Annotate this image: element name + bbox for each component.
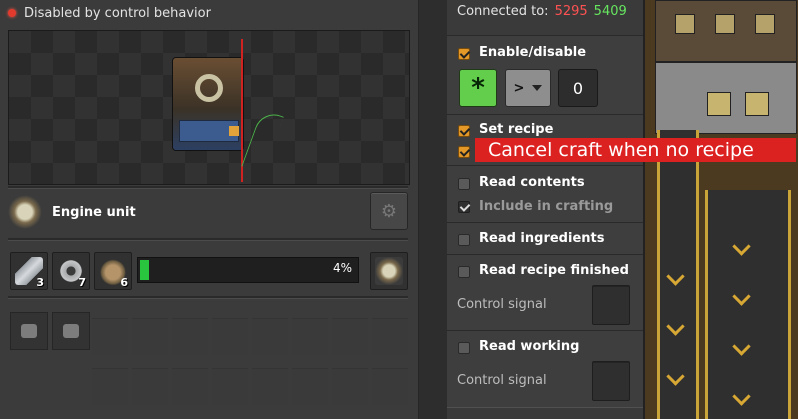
status-indicator-icon xyxy=(8,9,16,17)
enable-disable-label: Enable/disable xyxy=(479,45,587,60)
read-ingredients-checkbox[interactable] xyxy=(458,234,470,246)
red-network-id: 5295 xyxy=(554,4,588,19)
ingredient-count: 7 xyxy=(78,276,86,289)
engine-unit-icon xyxy=(8,195,42,229)
recipe-name: Engine unit xyxy=(52,204,136,220)
comparator-value: > xyxy=(513,80,525,96)
inventory-slot[interactable] xyxy=(292,368,328,405)
circuit-connection-panel: Connected to: 5295 5409 Enable/disable * >… xyxy=(447,0,645,419)
read-contents-section: Read contents Include in crafting xyxy=(447,165,643,223)
module-slot[interactable] xyxy=(52,312,90,350)
inventory-slot[interactable] xyxy=(332,318,368,355)
recipe-slot-icon: ⚙ xyxy=(380,200,398,222)
inventory-slot[interactable] xyxy=(212,318,248,355)
crafting-progress-bar: 4% xyxy=(137,257,359,283)
read-working-label: Read working xyxy=(479,339,580,354)
constant-input[interactable]: 0 xyxy=(558,69,598,107)
module-slots xyxy=(10,312,90,350)
ingredient-slot-pipe[interactable]: 3 xyxy=(10,252,48,290)
inventory-slot[interactable] xyxy=(132,368,168,405)
comparator-dropdown[interactable]: > xyxy=(505,69,551,107)
ingredient-slot-steel[interactable]: 6 xyxy=(94,252,132,290)
machine-gear-icon xyxy=(195,74,223,102)
inventory-slot[interactable] xyxy=(292,318,328,355)
cancel-craft-checkbox[interactable] xyxy=(458,146,470,158)
module-placeholder-icon xyxy=(21,324,37,338)
set-recipe-checkbox[interactable] xyxy=(458,125,470,137)
green-network-id: 5409 xyxy=(593,4,627,19)
world-item-icon xyxy=(745,92,769,116)
world-item-icon xyxy=(707,92,731,116)
inventory-slot[interactable] xyxy=(132,318,168,355)
game-world-view[interactable] xyxy=(645,0,798,419)
include-in-crafting-checkbox[interactable] xyxy=(458,201,470,213)
inventory-slot[interactable] xyxy=(172,368,208,405)
everything-signal-icon: * xyxy=(471,73,485,103)
module-slot[interactable] xyxy=(10,312,48,350)
inventory-slot[interactable] xyxy=(372,318,408,355)
tooltip: Cancel craft when no recipe xyxy=(475,138,796,162)
control-signal-label: Control signal xyxy=(457,297,547,312)
control-signal-slot[interactable] xyxy=(592,285,630,325)
connected-label: Connected to: xyxy=(457,4,549,19)
ingredient-slots: 3 7 6 xyxy=(10,252,132,290)
enable-disable-checkbox[interactable] xyxy=(458,48,470,60)
ingredient-count: 3 xyxy=(36,276,44,289)
machine-light xyxy=(229,126,239,136)
world-item-icon xyxy=(715,14,735,34)
include-in-crafting-label: Include in crafting xyxy=(479,199,614,214)
set-recipe-label: Set recipe xyxy=(479,122,554,137)
read-working-checkbox[interactable] xyxy=(458,342,470,354)
divider xyxy=(8,238,408,241)
control-signal-slot[interactable] xyxy=(592,361,630,401)
empty-inventory-grid xyxy=(92,318,408,414)
enable-disable-section: Enable/disable * > 0 xyxy=(447,35,643,115)
read-contents-label: Read contents xyxy=(479,175,585,190)
control-signal-label: Control signal xyxy=(457,373,547,388)
ingredient-count: 6 xyxy=(120,276,128,289)
inventory-slot[interactable] xyxy=(252,318,288,355)
machine-panel: Disabled by control behavior Engine unit… xyxy=(0,0,418,419)
inventory-slot[interactable] xyxy=(212,368,248,405)
read-recipe-finished-checkbox[interactable] xyxy=(458,266,470,278)
world-belt xyxy=(705,190,791,419)
divider xyxy=(8,186,408,189)
assembling-machine-image xyxy=(173,58,243,150)
inventory-slot[interactable] xyxy=(372,368,408,405)
read-ingredients-label: Read ingredients xyxy=(479,231,605,246)
inventory-slot[interactable] xyxy=(92,368,128,405)
change-recipe-button[interactable]: ⚙ xyxy=(370,192,408,230)
recipe-row: Engine unit xyxy=(8,192,136,232)
chevron-down-icon xyxy=(532,85,543,91)
status-text: Disabled by control behavior xyxy=(24,5,211,21)
divider xyxy=(8,296,408,299)
panel-divider xyxy=(418,0,448,419)
condition-signal-button[interactable]: * xyxy=(459,69,497,107)
read-working-section: Read working Control signal xyxy=(447,330,643,408)
progress-fill xyxy=(140,260,149,280)
engine-unit-icon xyxy=(375,257,403,285)
inventory-slot[interactable] xyxy=(332,368,368,405)
world-item-icon xyxy=(755,14,775,34)
ingredient-slot-gear[interactable]: 7 xyxy=(52,252,90,290)
read-ingredients-section: Read ingredients xyxy=(447,222,643,255)
inventory-slot[interactable] xyxy=(172,318,208,355)
inventory-slot[interactable] xyxy=(252,368,288,405)
connected-networks: Connected to: 5295 5409 xyxy=(457,4,627,19)
module-placeholder-icon xyxy=(63,324,79,338)
progress-percent: 4% xyxy=(332,261,352,275)
world-item-icon xyxy=(675,14,695,34)
read-recipe-finished-label: Read recipe finished xyxy=(479,263,629,278)
green-wire xyxy=(241,108,284,175)
status-bar: Disabled by control behavior xyxy=(8,4,211,22)
inventory-slot[interactable] xyxy=(92,318,128,355)
output-slot[interactable] xyxy=(370,252,408,290)
entity-preview[interactable] xyxy=(8,30,410,185)
read-contents-checkbox[interactable] xyxy=(458,178,470,190)
read-recipe-finished-section: Read recipe finished Control signal xyxy=(447,254,643,331)
